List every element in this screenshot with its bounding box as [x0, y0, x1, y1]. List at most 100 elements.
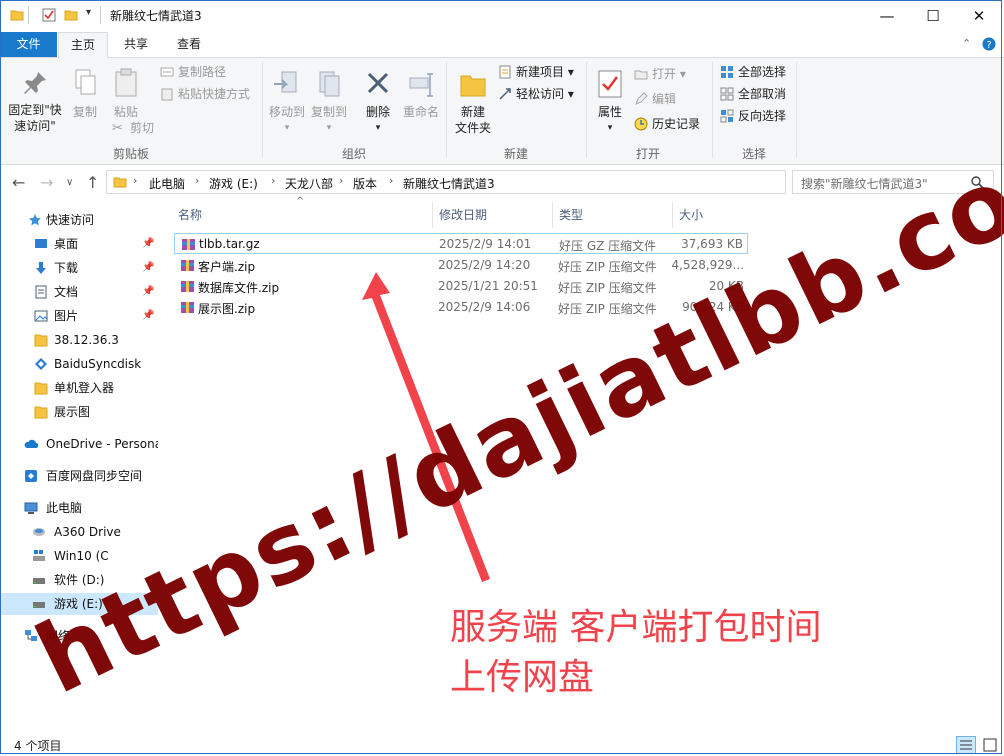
breadcrumb-this-pc[interactable]: 此电脑	[149, 175, 185, 192]
cut-button[interactable]: ✂ 剪切	[112, 118, 154, 138]
nav-drive-c[interactable]: Win10 (C	[0, 545, 158, 567]
pin-icon[interactable]: 📌	[142, 281, 154, 303]
address-input[interactable]: › 此电脑 › 游戏 (E:) › 天龙八部 › 版本 › 新雕纹七情武道3	[106, 170, 786, 194]
tab-share[interactable]: 共享	[112, 32, 160, 57]
select-none-button[interactable]: 全部取消	[720, 84, 786, 104]
rename-button[interactable]: 重命名	[400, 64, 442, 120]
network-icon	[25, 630, 37, 641]
open-button[interactable]: 打开 ▾	[634, 64, 686, 84]
ribbon-collapse-icon[interactable]: ⌃	[962, 37, 971, 50]
new-folder-button[interactable]: 新建 文件夹	[450, 64, 496, 136]
back-arrow-icon[interactable]: ←	[12, 173, 25, 192]
file-name: 数据库文件.zip	[198, 281, 280, 295]
pin-to-quick-access-button[interactable]: 固定到"快 速访问"	[6, 64, 64, 134]
help-icon[interactable]: ?	[982, 37, 996, 51]
breadcrumb-chevron-icon[interactable]: ›	[133, 174, 137, 187]
nav-folder-launcher[interactable]: 单机登入器	[0, 377, 158, 399]
nav-network[interactable]: 网络	[0, 625, 158, 647]
onedrive-icon	[24, 439, 38, 448]
properties-quick-icon[interactable]	[42, 8, 56, 22]
tab-home[interactable]: 主页	[58, 32, 108, 58]
star-icon	[29, 214, 41, 226]
minimize-button[interactable]: —	[864, 0, 910, 32]
edit-button[interactable]: 编辑	[634, 89, 676, 109]
breadcrumb-chevron-icon[interactable]: ›	[195, 174, 199, 187]
copy-path-button[interactable]: 复制路径	[160, 62, 226, 82]
up-arrow-icon[interactable]: ↑	[86, 173, 99, 192]
copy-to-button[interactable]: 复制到 ▾	[308, 64, 350, 136]
move-to-button[interactable]: 移动到 ▾	[266, 64, 308, 136]
organize-group-label: 组织	[341, 147, 366, 161]
ribbon-tabs: 文件 主页 共享 查看 ⌃ ?	[0, 32, 1004, 58]
maximize-button[interactable]: ☐	[910, 0, 956, 32]
file-size: 37,693 KB	[681, 237, 743, 251]
nav-quick-access[interactable]: 快速访问	[0, 209, 158, 231]
search-icon[interactable]	[971, 176, 984, 189]
quick-access-dropdown-icon[interactable]: ▾	[86, 7, 91, 18]
history-button[interactable]: 历史记录	[634, 114, 700, 134]
rename-label: 重命名	[402, 105, 439, 119]
new-item-button[interactable]: 新建项目 ▾	[498, 62, 574, 82]
nav-documents[interactable]: 文档 📌	[0, 281, 158, 303]
breadcrumb-drive-e[interactable]: 游戏 (E:)	[209, 175, 258, 192]
file-row[interactable]: 数据库文件.zip 2025/1/21 20:51 好压 ZIP 压缩文件 20…	[174, 276, 748, 297]
nav-baidusyncdisk[interactable]: BaiduSyncdisk	[0, 353, 158, 375]
file-modified: 2025/2/9 14:20	[438, 258, 531, 272]
tab-view[interactable]: 查看	[165, 32, 213, 57]
breadcrumb-chevron-icon[interactable]: ›	[271, 174, 275, 187]
new-folder-quick-icon[interactable]	[64, 8, 78, 22]
breadcrumb-version[interactable]: 版本	[353, 175, 377, 192]
column-header-size[interactable]: 大小	[679, 206, 703, 223]
file-type: 好压 ZIP 压缩文件	[558, 260, 657, 274]
properties-icon	[598, 70, 622, 98]
nav-onedrive[interactable]: OneDrive - Persona	[0, 433, 158, 455]
select-all-button[interactable]: 全部选择	[720, 62, 786, 82]
pin-icon[interactable]: 📌	[142, 233, 154, 255]
archive-file-icon	[181, 302, 194, 313]
invert-selection-button[interactable]: 反向选择	[720, 106, 786, 126]
breadcrumb-chevron-icon[interactable]: ›	[339, 174, 343, 187]
breadcrumb-current-folder[interactable]: 新雕纹七情武道3	[403, 175, 495, 192]
paste-shortcut-button[interactable]: 粘贴快捷方式	[160, 84, 250, 104]
nav-pictures[interactable]: 图片 📌	[0, 305, 158, 327]
breadcrumb-tianlong[interactable]: 天龙八部	[285, 175, 333, 192]
nav-this-pc[interactable]: 此电脑	[0, 497, 158, 519]
column-header-modified[interactable]: 修改日期	[439, 206, 487, 223]
column-header-type[interactable]: 类型	[559, 206, 583, 223]
nav-a360-drive[interactable]: A360 Drive	[0, 521, 158, 543]
large-icons-view-icon[interactable]	[980, 736, 1000, 754]
pin-icon[interactable]: 📌	[142, 305, 154, 327]
clipboard-group-label: 剪贴板	[112, 147, 149, 161]
nav-desktop[interactable]: 桌面 📌	[0, 233, 158, 255]
desktop-icon	[35, 239, 47, 248]
forward-arrow-icon[interactable]: →	[40, 173, 53, 192]
file-row[interactable]: tlbb.tar.gz 2025/2/9 14:01 好压 GZ 压缩文件 37…	[174, 233, 748, 254]
windows-drive-icon	[33, 550, 45, 561]
close-button[interactable]: ✕	[956, 0, 1002, 32]
pin-icon	[24, 72, 46, 94]
easy-access-button[interactable]: 轻松访问 ▾	[498, 84, 574, 104]
tab-file[interactable]: 文件	[0, 32, 57, 57]
nav-drive-d[interactable]: 软件 (D:)	[0, 569, 158, 591]
edit-icon	[635, 92, 648, 105]
nav-folder-showcase[interactable]: 展示图	[0, 401, 158, 423]
details-view-icon[interactable]	[956, 736, 976, 754]
pin-icon[interactable]: 📌	[142, 257, 154, 279]
breadcrumb-chevron-icon[interactable]: ›	[389, 174, 393, 187]
paste-button[interactable]: 粘贴	[106, 64, 146, 120]
history-icon	[634, 117, 648, 131]
nav-downloads[interactable]: 下载 📌	[0, 257, 158, 279]
delete-button[interactable]: 删除 ▾	[358, 64, 398, 136]
column-header-name[interactable]: 名称	[178, 206, 202, 223]
nav-folder-ip[interactable]: 38.12.36.3	[0, 329, 158, 351]
ribbon: 固定到"快 速访问" 复制 粘贴 复制路径 粘贴快捷方式 ✂ 剪切 剪贴板 移动到…	[0, 58, 1004, 165]
recent-locations-chevron-icon[interactable]: ∨	[66, 177, 73, 188]
search-input[interactable]: 搜索"新雕纹七情武道3"	[792, 170, 994, 194]
nav-drive-e[interactable]: 游戏 (E:)	[0, 593, 158, 615]
file-row[interactable]: 展示图.zip 2025/2/9 14:06 好压 ZIP 压缩文件 90,12…	[174, 297, 748, 318]
properties-button[interactable]: 属性 ▾	[590, 64, 630, 136]
nav-baidu-netdisk[interactable]: 百度网盘同步空间	[0, 465, 158, 487]
archive-file-icon	[181, 281, 194, 292]
file-row[interactable]: 客户端.zip 2025/2/9 14:20 好压 ZIP 压缩文件 4,528…	[174, 255, 748, 276]
copy-button[interactable]: 复制	[66, 64, 104, 120]
